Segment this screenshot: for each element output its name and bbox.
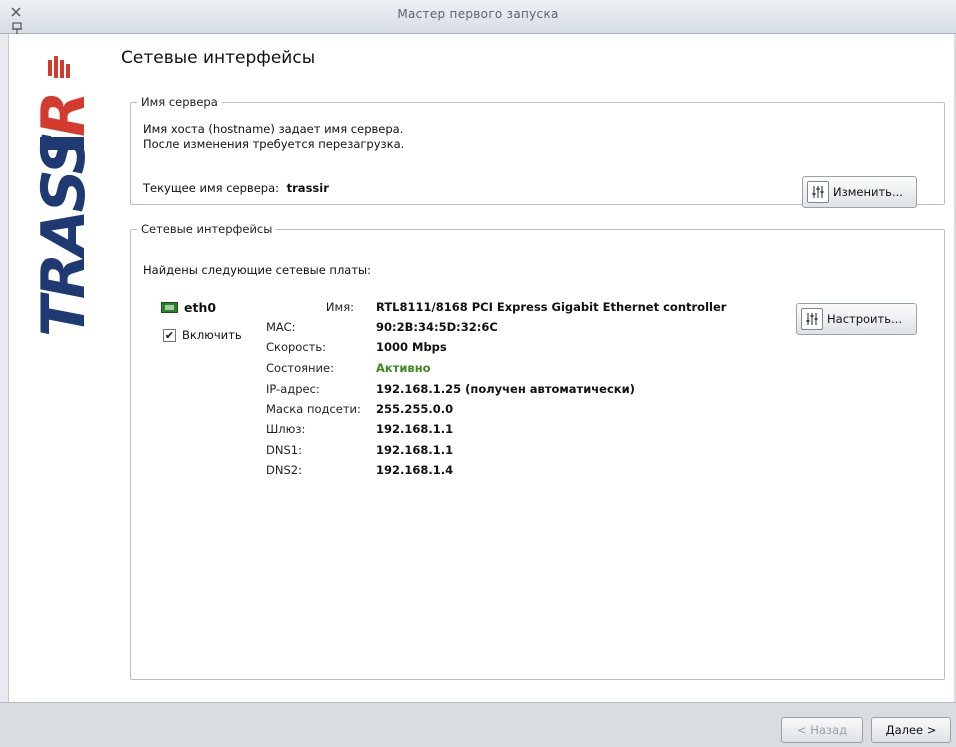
svg-text:TRASS: TRASS <box>32 134 92 337</box>
current-server-label: Текущее имя сервера: <box>143 181 279 195</box>
prop-dns2-label: DNS2: <box>266 463 302 477</box>
prop-gateway-label: Шлюз: <box>266 422 306 436</box>
prop-speed-label: Скорость: <box>266 340 327 354</box>
window-frame-left <box>0 34 9 702</box>
prop-gateway-value: 192.168.1.1 <box>376 422 454 436</box>
trassir-logo: TRASS R <box>29 52 99 342</box>
prop-state-label: Состояние: <box>266 361 334 375</box>
network-card-icon <box>161 302 178 313</box>
window-title: Мастер первого запуска <box>397 7 559 21</box>
network-interfaces-group: Сетевые интерфейсы Найдены следующие сет… <box>130 222 945 680</box>
server-name-group: Имя сервера Имя хоста (hostname) задает … <box>130 95 945 208</box>
prop-state-value: Активно <box>376 361 431 375</box>
checkmark-icon[interactable]: ✔ <box>163 328 176 342</box>
prop-dns1-value: 192.168.1.1 <box>376 443 454 457</box>
prop-mask-value: 255.255.0.0 <box>376 402 454 416</box>
interface-name: eth0 <box>184 300 217 315</box>
prop-mask-label: Маска подсети: <box>266 402 361 416</box>
configure-interface-button[interactable]: Настроить... <box>796 303 917 335</box>
enable-interface-checkbox[interactable]: ✔ Включить <box>163 328 242 342</box>
next-button[interactable]: Далее > <box>871 717 951 743</box>
prop-ip-value: 192.168.1.25 (получен автоматически) <box>376 382 635 396</box>
prop-dns2-value: 192.168.1.4 <box>376 463 454 477</box>
prop-mac-label: MAC: <box>266 320 296 334</box>
server-name-legend: Имя сервера <box>141 95 218 109</box>
prop-mac-value: 90:2B:34:5D:32:6C <box>376 320 498 334</box>
change-server-name-button[interactable]: Изменить... <box>802 176 917 208</box>
sliders-icon <box>801 308 823 330</box>
prop-name-label: Имя: <box>325 300 354 314</box>
prop-name-value: RTL8111/8168 PCI Express Gigabit Etherne… <box>376 300 727 314</box>
prop-dns1-label: DNS1: <box>266 443 302 457</box>
prop-ip-label: IP-адрес: <box>266 382 320 396</box>
page-title: Сетевые интерфейсы <box>121 48 316 68</box>
window-titlebar: Мастер первого запуска <box>0 0 956 34</box>
current-server-name: Текущее имя сервера: trassir <box>143 181 329 195</box>
network-interfaces-legend: Сетевые интерфейсы <box>141 222 273 236</box>
svg-text:R: R <box>32 91 92 137</box>
prop-speed-value: 1000 Mbps <box>376 340 447 354</box>
change-button-label: Изменить... <box>833 185 903 199</box>
current-server-value: trassir <box>286 181 329 195</box>
enable-label: Включить <box>182 328 242 342</box>
reboot-notice: После изменения требуется перезагрузка. <box>143 137 405 151</box>
pin-icon[interactable] <box>10 21 24 38</box>
hostname-description: Имя хоста (hostname) задает имя сервера. <box>143 122 404 136</box>
sliders-icon <box>807 181 829 203</box>
interface-header: eth0 <box>161 300 216 315</box>
configure-button-label: Настроить... <box>827 312 902 326</box>
found-cards-text: Найдены следующие сетевые платы: <box>143 263 372 277</box>
wizard-footer: < Назад Далее > <box>0 702 956 747</box>
back-button[interactable]: < Назад <box>781 717 863 743</box>
